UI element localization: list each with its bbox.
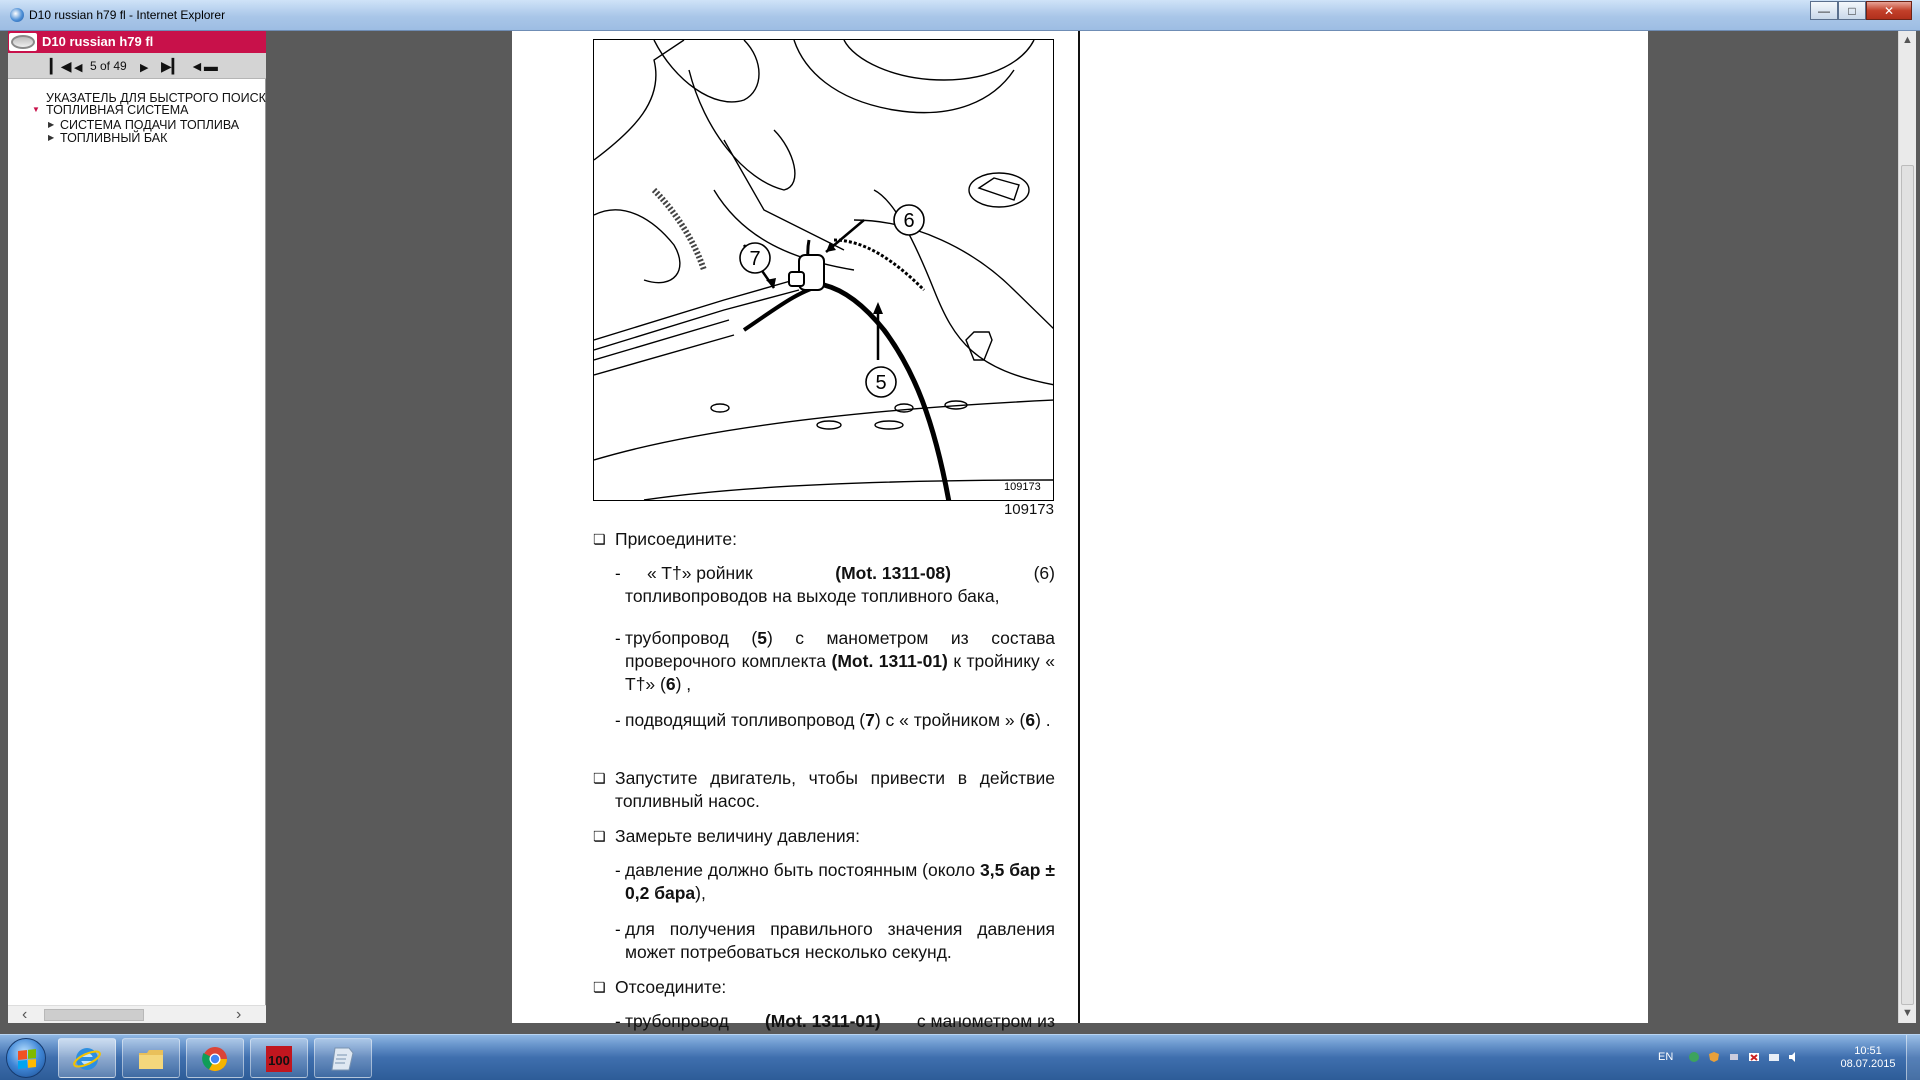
toc-item-label: ТОПЛИВНЫЙ БАК bbox=[60, 131, 168, 145]
page-navigator: ▎◀ ◀ 5 of 49 ▶ ▶▎ ◄▬ bbox=[8, 53, 266, 79]
taskbar-chrome[interactable] bbox=[186, 1038, 244, 1078]
back-icon[interactable]: ◄▬ bbox=[190, 58, 218, 74]
dash-bullet: - bbox=[615, 861, 621, 880]
internet-explorer-icon bbox=[10, 8, 24, 22]
folder-icon bbox=[139, 1050, 163, 1069]
app-100-icon: 100 bbox=[266, 1046, 292, 1072]
clock[interactable]: 10:51 08.07.2015 bbox=[1838, 1045, 1898, 1071]
nissan-logo-icon bbox=[9, 33, 37, 51]
scrollbar-thumb[interactable] bbox=[1901, 165, 1914, 1005]
figure-inner-code: 109173 bbox=[1004, 481, 1041, 493]
scroll-down-icon[interactable]: ▼ bbox=[1902, 1007, 1913, 1019]
close-button[interactable]: ✕ bbox=[1866, 1, 1912, 20]
list-item-pressure-wait: для получения правильного значения давле… bbox=[625, 919, 1055, 962]
windows-taskbar: 100 EN 10:51 08.07.2015 bbox=[0, 1034, 1920, 1080]
shield-icon[interactable] bbox=[1708, 1051, 1720, 1063]
volume-icon[interactable] bbox=[1788, 1051, 1800, 1063]
window-controls: — □ ✕ bbox=[1810, 1, 1912, 20]
page-indicator: 5 of 49 bbox=[90, 59, 127, 73]
action-center-icon[interactable] bbox=[1748, 1051, 1760, 1063]
instruction-connect: Присоедините: bbox=[615, 529, 737, 549]
toc-item-fuel-supply[interactable]: ▶ СИСТЕМА ПОДАЧИ ТОПЛИВА bbox=[48, 118, 240, 132]
callout-6: 6 bbox=[903, 210, 914, 232]
nav-horizontal-scrollbar[interactable]: ‹ › bbox=[8, 1005, 266, 1023]
list-item-disconnect-pipe: трубопровод (Mot. 1311-01) с манометром … bbox=[625, 1011, 1055, 1031]
list-item-supply-line: подводящий топливопровод (7) с « тройник… bbox=[625, 710, 1051, 730]
document-page: 6 7 5 109173 109173 ❏ Присоедините: - « … bbox=[512, 31, 1648, 1031]
collapsed-triangle-icon[interactable]: ▶ bbox=[48, 133, 54, 142]
column-divider bbox=[1078, 31, 1080, 1023]
chrome-icon bbox=[202, 1047, 227, 1072]
toc-item-label: ТОПЛИВНАЯ СИСТЕМА bbox=[46, 103, 189, 117]
scroll-up-icon[interactable]: ▲ bbox=[1902, 34, 1913, 46]
first-page-icon[interactable]: ▎◀ bbox=[50, 58, 72, 74]
checkbox-bullet-icon: ❏ bbox=[593, 531, 606, 547]
scrollbar-thumb[interactable] bbox=[44, 1009, 144, 1021]
dash-bullet: - bbox=[615, 629, 621, 648]
toc-item-fuel-system[interactable]: ▼ ТОПЛИВНАЯ СИСТЕМА bbox=[32, 103, 189, 117]
dash-bullet: - bbox=[615, 711, 621, 730]
checkbox-bullet-icon: ❏ bbox=[593, 979, 606, 995]
dash-bullet: - bbox=[615, 920, 621, 939]
expanded-triangle-icon[interactable]: ▼ bbox=[32, 105, 40, 114]
fuel-line-diagram: 6 7 5 109173 bbox=[594, 40, 1053, 500]
windows-logo-icon bbox=[18, 1049, 36, 1069]
figure-caption: 109173 bbox=[1003, 501, 1054, 518]
network-app-icon[interactable] bbox=[1688, 1051, 1700, 1063]
instruction-measure-pressure: Замерьте величину давления: bbox=[615, 826, 860, 846]
list-item-pipe: трубопровод (5) с манометром из состава … bbox=[625, 628, 1056, 694]
next-page-icon[interactable]: ▶ bbox=[140, 60, 148, 76]
collapsed-triangle-icon[interactable]: ▶ bbox=[48, 120, 54, 129]
list-item-tee: « T†» ройник (Mot. 1311-08) (6) топливоп… bbox=[625, 563, 1055, 606]
taskbar-internet-explorer[interactable] bbox=[58, 1038, 116, 1078]
taskbar-file-explorer[interactable] bbox=[122, 1038, 180, 1078]
dash-bullet: - bbox=[615, 1012, 621, 1031]
svg-text:100: 100 bbox=[268, 1053, 290, 1068]
list-item-pressure-value: давление должно быть постоянным (около 3… bbox=[625, 860, 1055, 903]
checkbox-bullet-icon: ❏ bbox=[593, 828, 606, 844]
show-desktop-button[interactable] bbox=[1906, 1035, 1920, 1080]
network-icon[interactable] bbox=[1768, 1051, 1780, 1063]
usb-icon[interactable] bbox=[1728, 1051, 1740, 1063]
instruction-start-engine: Запустите двигатель, чтобы привести в де… bbox=[615, 768, 1055, 811]
start-button[interactable] bbox=[6, 1038, 46, 1078]
scroll-right-icon[interactable]: › bbox=[236, 1006, 241, 1024]
minimize-button[interactable]: — bbox=[1810, 1, 1838, 20]
instruction-disconnect: Отсоедините: bbox=[615, 977, 727, 997]
window-titlebar[interactable]: D10 russian h79 fl - Internet Explorer —… bbox=[0, 0, 1920, 31]
navigation-pane: D10 russian h79 fl ▎◀ ◀ 5 of 49 ▶ ▶▎ ◄▬ … bbox=[8, 31, 266, 1023]
scroll-left-icon[interactable]: ‹ bbox=[22, 1006, 27, 1024]
last-page-icon[interactable]: ▶▎ bbox=[161, 58, 183, 74]
taskbar-app-100[interactable]: 100 bbox=[250, 1038, 308, 1078]
document-icon bbox=[331, 1047, 354, 1071]
clock-time: 10:51 bbox=[1854, 1045, 1882, 1057]
previous-page-icon[interactable]: ◀ bbox=[74, 60, 82, 76]
window-title: D10 russian h79 fl - Internet Explorer bbox=[29, 8, 226, 22]
toc-item-label: СИСТЕМА ПОДАЧИ ТОПЛИВА bbox=[60, 118, 240, 132]
technical-illustration: 6 7 5 109173 bbox=[593, 39, 1054, 501]
language-indicator[interactable]: EN bbox=[1658, 1051, 1673, 1063]
callout-5: 5 bbox=[875, 372, 886, 394]
nav-header: D10 russian h79 fl bbox=[8, 31, 266, 53]
document-vertical-scrollbar[interactable]: ▲ ▼ bbox=[1898, 31, 1916, 1023]
internet-explorer-icon bbox=[73, 1048, 101, 1070]
document-title: D10 russian h79 fl bbox=[42, 34, 154, 49]
toc-item-fuel-tank[interactable]: ▶ ТОПЛИВНЫЙ БАК bbox=[48, 131, 168, 145]
clock-date: 08.07.2015 bbox=[1840, 1058, 1896, 1070]
dash-bullet: - bbox=[615, 564, 621, 583]
checkbox-bullet-icon: ❏ bbox=[593, 770, 606, 786]
callout-7: 7 bbox=[749, 248, 760, 270]
maximize-button[interactable]: □ bbox=[1838, 1, 1866, 20]
taskbar-document-app[interactable] bbox=[314, 1038, 372, 1078]
